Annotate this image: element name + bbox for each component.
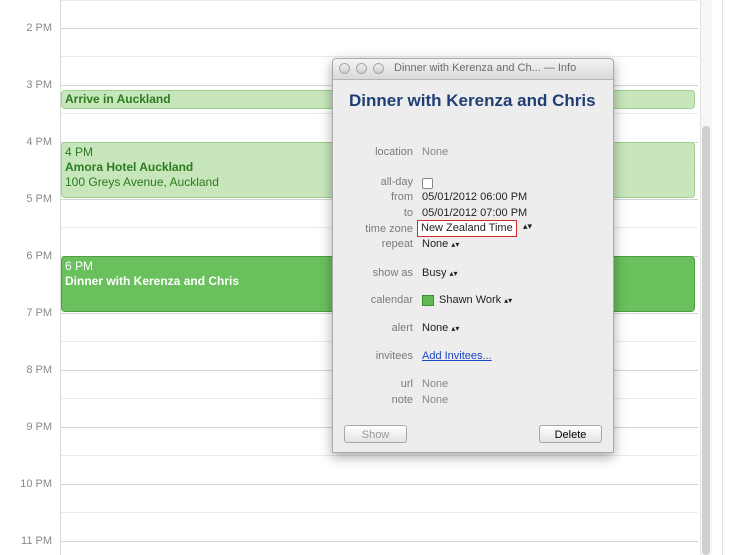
repeat-value: None: [422, 238, 449, 250]
updown-icon: ▴▾: [504, 295, 513, 305]
repeat-label: repeat: [381, 238, 413, 250]
updown-icon: ▴▾: [449, 268, 458, 278]
hour-line: [61, 541, 698, 542]
add-invitees-link[interactable]: Add Invitees...: [422, 350, 492, 362]
updown-icon: ▴▾: [451, 239, 460, 249]
time-zone-updown-icon[interactable]: ▴▾: [523, 221, 532, 232]
show-as-select[interactable]: Busy ▴▾: [422, 267, 458, 279]
to-value[interactable]: 05/01/2012 07:00 PM: [422, 207, 527, 219]
hour-line: [61, 484, 698, 485]
updown-icon: ▴▾: [451, 323, 460, 333]
alert-select[interactable]: None ▴▾: [422, 322, 459, 334]
show-as-value: Busy: [422, 267, 447, 279]
alert-label: alert: [391, 322, 413, 334]
zoom-window-icon[interactable]: [373, 63, 384, 74]
window-titlebar[interactable]: Dinner with Kerenza and Ch... — Info: [333, 59, 613, 80]
close-window-icon[interactable]: [339, 63, 350, 74]
to-label: to: [403, 207, 413, 219]
from-value[interactable]: 05/01/2012 06:00 PM: [422, 191, 527, 203]
hour-label: 2 PM: [26, 22, 52, 34]
half-hour-line: [61, 56, 698, 57]
hour-label: 8 PM: [26, 364, 52, 376]
hour-label: 11 PM: [21, 535, 52, 547]
repeat-select[interactable]: None ▴▾: [422, 238, 459, 250]
calendar-color-icon: [422, 294, 434, 306]
time-zone-label: time zone: [365, 223, 413, 235]
invitees-label: invitees: [375, 350, 413, 362]
event-info-window: Dinner with Kerenza and Ch... — Info Din…: [332, 58, 614, 453]
delete-button[interactable]: Delete: [539, 425, 602, 443]
url-value[interactable]: None: [422, 378, 448, 390]
from-label: from: [391, 191, 413, 203]
location-value[interactable]: None: [422, 146, 448, 158]
show-button[interactable]: Show: [344, 425, 407, 443]
hour-column: 2 PM 3 PM 4 PM 5 PM 6 PM 7 PM 8 PM 9 PM …: [0, 0, 60, 555]
all-day-label: all-day: [380, 176, 413, 188]
scrollbar-thumb[interactable]: [702, 126, 710, 555]
calendar-value: Shawn Work: [439, 294, 502, 306]
minimize-window-icon[interactable]: [356, 63, 367, 74]
time-zone-select[interactable]: New Zealand Time: [417, 220, 517, 237]
hour-line: [61, 28, 698, 29]
hour-label: 9 PM: [26, 421, 52, 433]
window-title: Dinner with Kerenza and Ch... — Info: [394, 62, 577, 74]
all-day-checkbox[interactable]: [422, 178, 433, 189]
location-label: location: [375, 146, 413, 158]
half-hour-line: [61, 455, 698, 456]
half-hour-line: [61, 512, 698, 513]
show-as-label: show as: [372, 267, 413, 279]
calendar-label: calendar: [370, 294, 413, 306]
url-label: url: [400, 378, 413, 390]
hour-label: 7 PM: [26, 307, 52, 319]
hour-label: 6 PM: [26, 250, 52, 262]
hour-label: 10 PM: [20, 478, 52, 490]
side-panel: [722, 0, 751, 555]
note-value[interactable]: None: [422, 394, 448, 406]
alert-value: None: [422, 322, 449, 334]
note-label: note: [391, 394, 413, 406]
event-title-heading[interactable]: Dinner with Kerenza and Chris: [349, 91, 599, 110]
half-hour-line: [61, 0, 698, 1]
event-title: Arrive in Auckland: [65, 92, 171, 106]
calendar-select[interactable]: Shawn Work ▴▾: [422, 294, 512, 306]
hour-label: 5 PM: [26, 193, 52, 205]
hour-label: 4 PM: [26, 136, 52, 148]
hour-label: 3 PM: [26, 79, 52, 91]
time-zone-value: New Zealand Time: [421, 222, 513, 234]
